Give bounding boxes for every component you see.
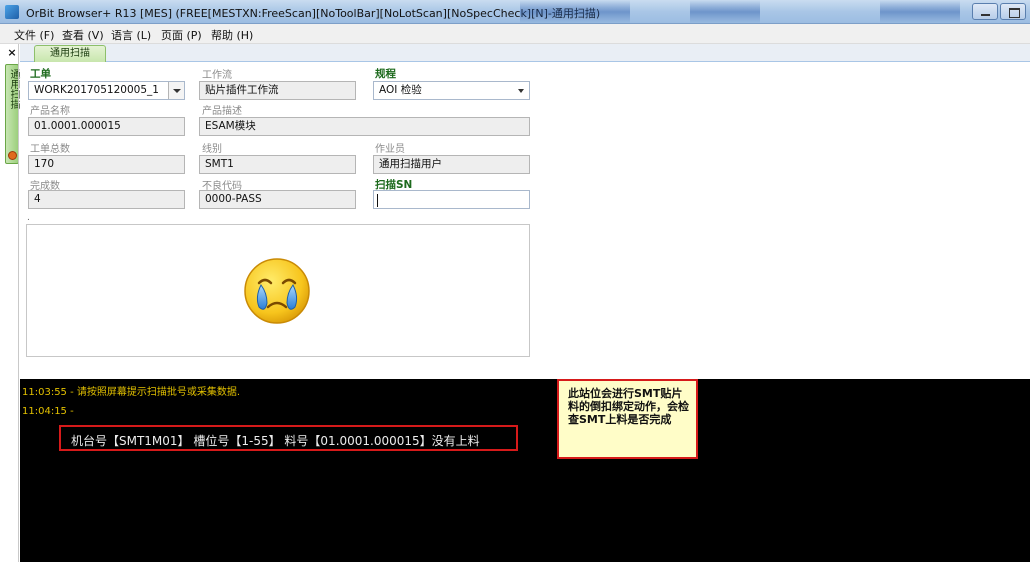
error-message: 机台号【SMT1M01】 槽位号【1-55】 料号【01.0001.000015…	[71, 434, 480, 448]
chevron-down-icon[interactable]	[168, 82, 184, 99]
scan-icon	[8, 151, 17, 160]
rule-value: AOI 检验	[379, 84, 422, 96]
menu-view[interactable]: 查看 (V)	[62, 27, 104, 43]
rule-select[interactable]: AOI 检验	[373, 81, 530, 100]
title-bar-glow	[880, 0, 960, 24]
product-name-field[interactable]: 01.0001.000015	[28, 117, 185, 136]
app-icon	[5, 5, 19, 19]
tab-general-scan[interactable]: 通用扫描	[34, 45, 106, 62]
operator-field[interactable]: 通用扫描用户	[373, 155, 530, 174]
maximize-button[interactable]	[1000, 3, 1026, 20]
total-qty-field[interactable]: 170	[28, 155, 185, 174]
total-qty-label: 工单总数	[30, 144, 70, 155]
chevron-down-icon[interactable]	[518, 89, 524, 93]
status-dot: .	[27, 213, 30, 223]
result-panel	[26, 224, 530, 357]
tab-strip: 通用扫描	[20, 44, 1030, 62]
operator-label: 作业员	[375, 144, 405, 155]
menu-file[interactable]: 文件 (F)	[14, 27, 54, 43]
divider	[18, 44, 19, 562]
log-console: 11:03:55 - 请按照屏幕提示扫描批号或采集数据. 11:04:15 - …	[20, 379, 1030, 562]
crying-face-icon	[244, 258, 310, 324]
menu-bar: 文件 (F) 查看 (V) 语言 (L) 页面 (P) 帮助 (H)	[0, 24, 1030, 44]
log-line: 11:03:55 - 请按照屏幕提示扫描批号或采集数据.	[22, 387, 241, 398]
menu-page[interactable]: 页面 (P)	[161, 27, 202, 43]
side-tab-general-scan[interactable]: 通用扫描	[5, 64, 19, 164]
scan-sn-input[interactable]	[373, 190, 530, 209]
workflow-label: 工作流	[202, 70, 232, 81]
work-order-label: 工单	[30, 68, 51, 80]
product-desc-field[interactable]: ESAM模块	[199, 117, 530, 136]
product-name-label: 产品名称	[30, 106, 70, 117]
callout-text: 此站位会进行SMT贴片料的倒扣绑定动作，会检查SMT上料是否完成	[568, 387, 689, 426]
title-bar-glow	[520, 0, 630, 24]
minimize-button[interactable]	[972, 3, 998, 20]
work-order-value: WORK201705120005_1	[34, 84, 159, 96]
title-bar: OrBit Browser+ R13 [MES] (FREE[MESTXN:Fr…	[0, 0, 1030, 24]
defect-code-field[interactable]: 0000-PASS	[199, 190, 356, 209]
done-qty-field[interactable]: 4	[28, 190, 185, 209]
callout-note: 此站位会进行SMT贴片料的倒扣绑定动作，会检查SMT上料是否完成	[557, 379, 698, 459]
line-label: 线别	[202, 144, 222, 155]
line-field[interactable]: SMT1	[199, 155, 356, 174]
rule-label: 规程	[375, 68, 396, 80]
title-bar-glow	[690, 0, 760, 24]
error-highlight-box: 机台号【SMT1M01】 槽位号【1-55】 料号【01.0001.000015…	[59, 425, 518, 451]
workflow-field[interactable]: 贴片插件工作流	[199, 81, 356, 100]
window-title: OrBit Browser+ R13 [MES] (FREE[MESTXN:Fr…	[26, 7, 601, 20]
menu-language[interactable]: 语言 (L)	[111, 27, 151, 43]
menu-help[interactable]: 帮助 (H)	[211, 27, 253, 43]
work-order-combo[interactable]: WORK201705120005_1	[28, 81, 185, 100]
text-cursor	[377, 194, 378, 207]
log-line: 11:04:15 -	[22, 406, 74, 417]
product-desc-label: 产品描述	[202, 106, 242, 117]
